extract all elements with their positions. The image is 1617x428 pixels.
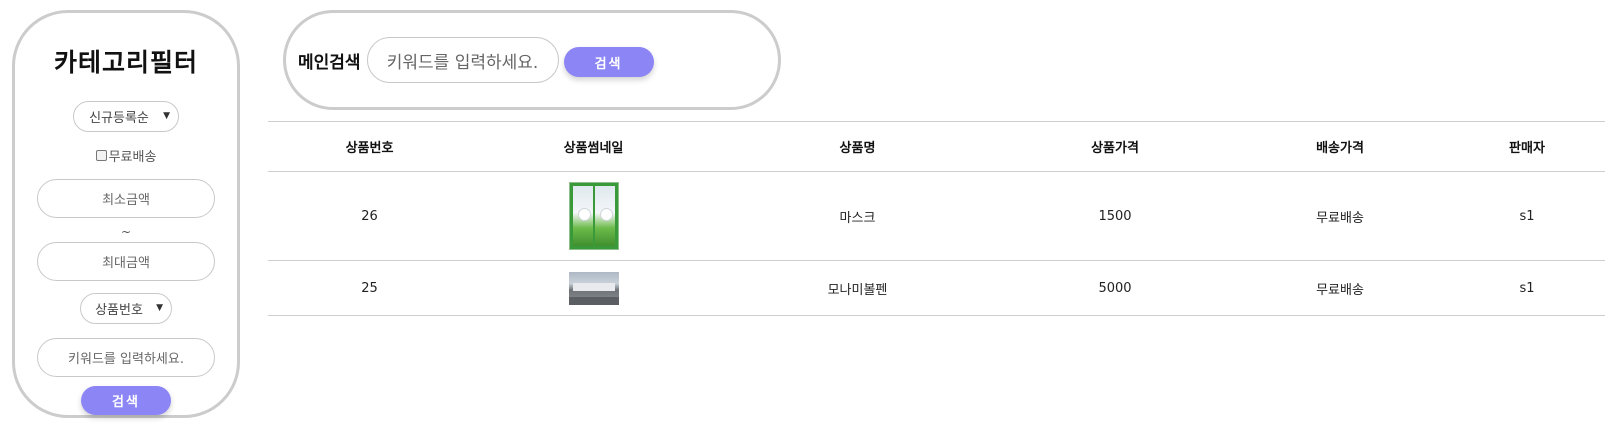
product-id: 26 [361, 208, 378, 224]
mask-product-thumbnail[interactable] [568, 182, 619, 250]
min-price-input[interactable]: 최소금액 [37, 179, 215, 218]
product-thumbnail-cell [471, 271, 716, 305]
header-product-name: 상품명 [839, 141, 876, 156]
mask-pack-image [572, 186, 593, 246]
category-filter-panel: 카테고리필터 신규등록순 ▼ 무료배송 최소금액 ~ 최대금액 상품번호 ▼ 키… [12, 10, 240, 418]
max-price-placeholder: 최대금액 [102, 255, 150, 271]
product-thumbnail-cell [471, 182, 716, 250]
free-shipping-checkbox[interactable] [95, 150, 107, 162]
table-divider [268, 315, 1605, 316]
range-separator: ~ [120, 225, 132, 239]
main-search-label: 메인검색 [298, 52, 361, 73]
product-shipping: 무료배송 [1316, 210, 1364, 226]
main-search-placeholder: 키워드를 입력하세요. [386, 52, 539, 73]
product-seller: s1 [1519, 208, 1535, 224]
max-price-input[interactable]: 최대금액 [37, 242, 215, 281]
product-table: 상품번호 상품썸네일 상품명 상품가격 배송가격 판매자 26 마스크 1500… [268, 121, 1605, 316]
building-photo-thumbnail[interactable] [568, 271, 619, 305]
main-search-button[interactable]: 검색 [563, 47, 654, 77]
product-price: 1500 [1098, 208, 1132, 224]
sort-select[interactable]: 신규등록순 ▼ [73, 101, 179, 133]
free-shipping-label: 무료배송 [108, 150, 157, 166]
min-price-placeholder: 최소금액 [102, 193, 150, 209]
filter-keyword-input[interactable]: 키워드를 입력하세요. [37, 338, 215, 377]
filter-keyword-placeholder: 키워드를 입력하세요. [68, 351, 184, 367]
product-id: 25 [361, 280, 378, 296]
table-row[interactable]: 25 모나미볼펜 5000 무료배송 s1 [268, 261, 1605, 315]
filter-title: 카테고리필터 [53, 48, 198, 77]
product-shipping: 무료배송 [1316, 282, 1364, 298]
product-name-link[interactable]: 모나미볼펜 [716, 279, 999, 298]
table-row[interactable]: 26 마스크 1500 무료배송 s1 [268, 172, 1605, 260]
main-search-box: 메인검색 키워드를 입력하세요. 검색 [283, 10, 781, 110]
free-shipping-option[interactable]: 무료배송 [95, 146, 157, 166]
search-field-value: 상품번호 [95, 302, 143, 318]
chevron-down-icon: ▼ [163, 111, 170, 121]
product-price: 5000 [1098, 280, 1132, 296]
main-search-input[interactable]: 키워드를 입력하세요. [366, 37, 559, 83]
header-shipping-price: 배송가격 [1316, 141, 1364, 156]
chevron-down-icon: ▼ [156, 302, 163, 313]
header-thumbnail: 상품썸네일 [563, 141, 624, 156]
search-field-select[interactable]: 상품번호 ▼ [80, 292, 172, 324]
header-seller: 판매자 [1509, 141, 1545, 156]
product-name-link[interactable]: 마스크 [716, 207, 999, 226]
sort-select-value: 신규등록순 [89, 111, 149, 127]
mask-pack-image [594, 186, 615, 246]
filter-search-button[interactable]: 검색 [81, 385, 171, 415]
header-product-id: 상품번호 [345, 141, 394, 156]
product-seller: s1 [1519, 280, 1535, 296]
header-price: 상품가격 [1091, 141, 1139, 156]
table-header-row: 상품번호 상품썸네일 상품명 상품가격 배송가격 판매자 [268, 122, 1605, 171]
